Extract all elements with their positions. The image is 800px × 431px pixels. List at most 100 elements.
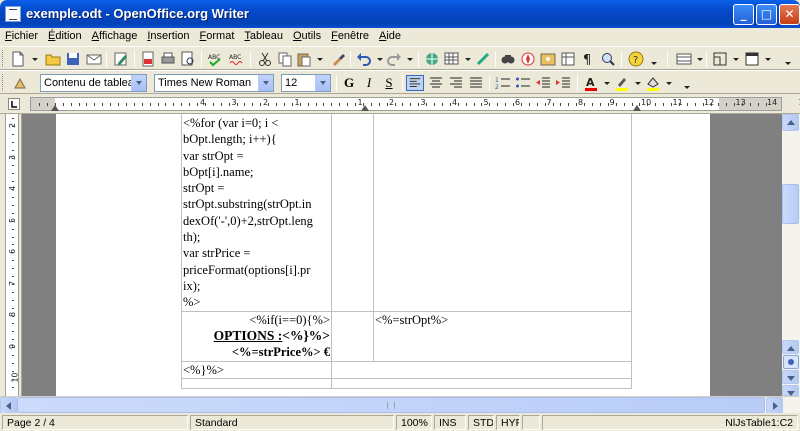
- table-icon[interactable]: [444, 51, 460, 67]
- gallery-icon[interactable]: [540, 51, 556, 67]
- menu-insertion[interactable]: Insertion: [142, 28, 194, 42]
- hyperlink-mode[interactable]: HYP: [496, 415, 520, 430]
- chevron-down-icon[interactable]: [315, 75, 330, 91]
- table-cell[interactable]: <%for (var i=0; i < bOpt.length; i++){var…: [181, 114, 332, 312]
- redo-icon[interactable]: [386, 51, 402, 67]
- scroll-up-arrow-icon[interactable]: [782, 114, 799, 131]
- right-indent-marker[interactable]: [633, 105, 641, 111]
- background-color-icon[interactable]: [645, 75, 661, 91]
- chevron-down-icon[interactable]: [258, 75, 273, 91]
- cell-border-marker[interactable]: [361, 105, 369, 111]
- numbering-icon[interactable]: 12: [495, 75, 511, 91]
- menu-fenetre[interactable]: Fenêtre: [326, 28, 374, 42]
- navigation-icon[interactable]: [783, 355, 799, 369]
- menu-affichage[interactable]: Affichage: [87, 28, 143, 42]
- find-replace-icon[interactable]: [500, 51, 516, 67]
- paragraph-style-select[interactable]: Contenu de tableau: [40, 74, 147, 92]
- insert-frame-icon[interactable]: [712, 51, 728, 67]
- print-icon[interactable]: [160, 51, 176, 67]
- vertical-ruler-strip[interactable]: 2345678910: [5, 114, 20, 396]
- vertical-scrollbar[interactable]: [782, 114, 800, 396]
- dropdown-arrow-icon[interactable]: [460, 51, 476, 67]
- menu-fichier[interactable]: Fichier: [0, 28, 43, 42]
- left-indent-marker[interactable]: [51, 105, 59, 111]
- insert-mode[interactable]: INS: [434, 415, 466, 430]
- ruler-strip[interactable]: 432112345678910111213141516: [30, 97, 800, 111]
- save-icon[interactable]: [65, 51, 81, 67]
- horizontal-scrollbar[interactable]: [0, 396, 800, 414]
- italic-button[interactable]: I: [360, 75, 378, 91]
- table-cell[interactable]: [181, 377, 332, 389]
- tab-stop-selector[interactable]: [8, 98, 20, 110]
- font-color-icon[interactable]: A: [583, 75, 599, 91]
- dropdown-arrow-icon[interactable]: [728, 51, 744, 67]
- font-name-select[interactable]: Times New Roman: [154, 74, 274, 92]
- cut-icon[interactable]: [257, 51, 273, 67]
- help-icon[interactable]: ?: [628, 51, 644, 67]
- edit-file-icon[interactable]: [113, 51, 129, 67]
- dropdown-arrow-icon[interactable]: [27, 51, 43, 67]
- scroll-right-arrow-icon[interactable]: [766, 397, 783, 414]
- zoom-level[interactable]: 100%: [396, 415, 432, 430]
- open-folder-icon[interactable]: [45, 51, 61, 67]
- dropdown-arrow-icon[interactable]: [630, 75, 646, 91]
- align-center-icon[interactable]: [428, 75, 444, 91]
- minimize-button[interactable]: _: [733, 4, 754, 25]
- paste-icon[interactable]: [296, 51, 312, 67]
- menu-aide[interactable]: Aide: [374, 28, 406, 42]
- table-cell[interactable]: [331, 114, 374, 312]
- clone-formatting-icon[interactable]: [330, 51, 346, 67]
- chevron-down-icon[interactable]: [131, 75, 146, 91]
- show-draw-functions-icon[interactable]: [475, 51, 491, 67]
- spellcheck-icon[interactable]: ABC: [207, 51, 223, 67]
- email-icon[interactable]: [86, 51, 102, 67]
- toolbar-grip[interactable]: [2, 74, 5, 91]
- table-cell[interactable]: <%if(i==0){%> OPTIONS :<%}%> <%=strPrice…: [181, 310, 332, 362]
- highlighting-icon[interactable]: [614, 75, 630, 91]
- align-right-icon[interactable]: [448, 75, 464, 91]
- close-button[interactable]: ✕: [779, 4, 800, 25]
- vertical-scroll-thumb[interactable]: [782, 184, 799, 224]
- previous-page-icon[interactable]: [782, 340, 799, 354]
- document-area[interactable]: <%for (var i=0; i < bOpt.length; i++){var…: [22, 114, 782, 396]
- page[interactable]: <%for (var i=0; i < bOpt.length; i++){var…: [56, 114, 710, 396]
- toolbar-grip[interactable]: [2, 50, 5, 67]
- font-size-select[interactable]: 12: [281, 74, 331, 92]
- writer-app-icon[interactable]: [5, 6, 21, 22]
- zoom-icon[interactable]: [600, 51, 616, 67]
- increase-indent-icon[interactable]: [555, 75, 571, 91]
- undo-icon[interactable]: [356, 51, 372, 67]
- menu-format[interactable]: Format: [195, 28, 240, 42]
- align-left-icon[interactable]: [406, 75, 424, 91]
- horizontal-ruler[interactable]: 432112345678910111213141516: [0, 94, 800, 114]
- next-page-icon[interactable]: [782, 370, 799, 384]
- autospellcheck-icon[interactable]: ABC: [228, 51, 244, 67]
- underline-button[interactable]: S: [380, 75, 398, 91]
- toolbar-options-icon[interactable]: [780, 51, 796, 67]
- table-cell[interactable]: <%}%>: [181, 360, 332, 379]
- toolbar-options-icon[interactable]: [646, 51, 662, 67]
- dropdown-arrow-icon[interactable]: [760, 51, 776, 67]
- hyperlink-icon[interactable]: [424, 51, 440, 67]
- export-pdf-icon[interactable]: [140, 51, 156, 67]
- page-preview-icon[interactable]: [180, 51, 196, 67]
- bold-button[interactable]: G: [340, 75, 358, 91]
- table-cell[interactable]: [331, 377, 632, 389]
- navigator-icon[interactable]: [520, 51, 536, 67]
- page-style[interactable]: Standard: [190, 415, 394, 430]
- stylist-icon[interactable]: [12, 75, 28, 91]
- maximize-button[interactable]: □: [756, 4, 777, 25]
- table-properties-icon[interactable]: [676, 51, 692, 67]
- dropdown-arrow-icon[interactable]: [402, 51, 418, 67]
- menu-tableau[interactable]: Tableau: [239, 28, 288, 42]
- decrease-indent-icon[interactable]: [535, 75, 551, 91]
- toolbar-options-icon[interactable]: [679, 75, 695, 91]
- data-sources-icon[interactable]: [560, 51, 576, 67]
- horizontal-scroll-thumb[interactable]: [17, 397, 765, 413]
- table-cell[interactable]: [373, 114, 632, 312]
- page-indicator[interactable]: Page 2 / 4: [2, 415, 188, 430]
- dropdown-arrow-icon[interactable]: [312, 51, 328, 67]
- table-cell[interactable]: [331, 360, 632, 379]
- dropdown-arrow-icon[interactable]: [599, 75, 615, 91]
- document-table[interactable]: <%for (var i=0; i < bOpt.length; i++){var…: [181, 114, 632, 389]
